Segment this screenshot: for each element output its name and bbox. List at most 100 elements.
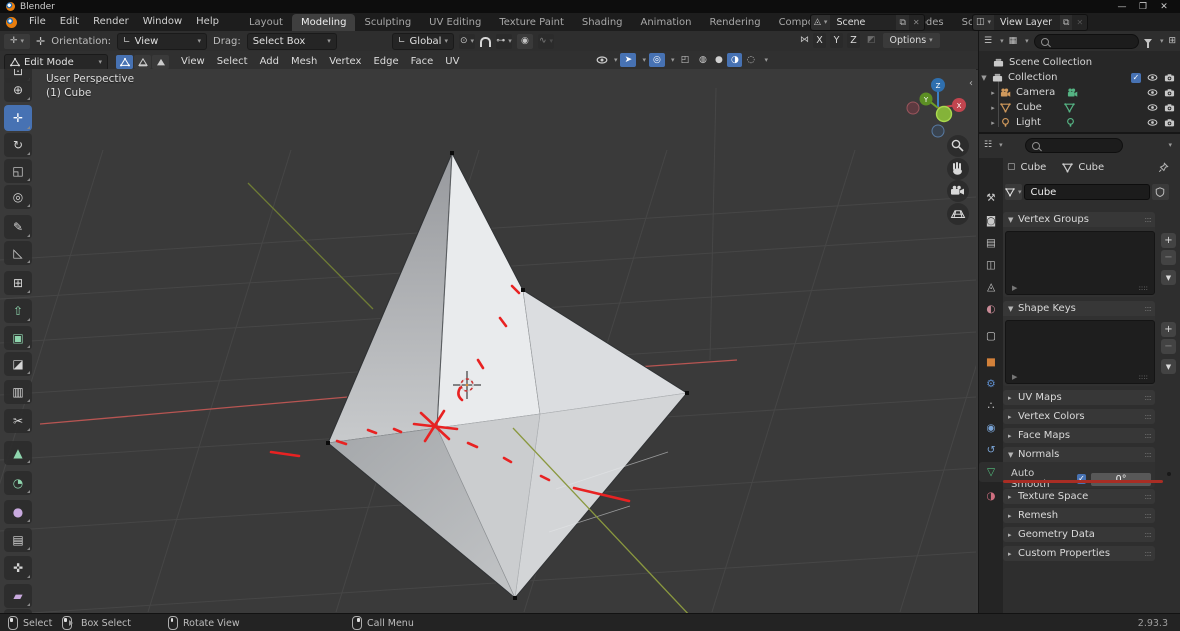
- shape-keys-list[interactable]: ▶::::: [1005, 320, 1155, 384]
- tool-inset-faces-button[interactable]: ▣: [4, 326, 32, 350]
- hide-eye-icon[interactable]: [1147, 72, 1158, 83]
- properties-search-input[interactable]: [1025, 138, 1123, 153]
- snap-magnet-icon[interactable]: [480, 37, 491, 47]
- filter-icon[interactable]: [1144, 39, 1152, 44]
- properties-tab-render[interactable]: ◙: [979, 211, 1003, 231]
- tool-annotate-button[interactable]: ✎: [4, 215, 32, 239]
- orientation-dropdown[interactable]: ∟ View ▾: [117, 33, 207, 50]
- breadcrumb-object[interactable]: Cube: [1021, 162, 1047, 173]
- shading-wireframe-button[interactable]: ◍: [695, 53, 710, 67]
- tool-measure-button[interactable]: ◺: [4, 241, 32, 265]
- zoom-button[interactable]: [947, 135, 969, 157]
- list-drag-dots[interactable]: ::::: [1139, 373, 1148, 381]
- minimize-button[interactable]: —: [1116, 2, 1128, 12]
- pin-icon[interactable]: [1158, 162, 1169, 173]
- tool-loop-cut-button[interactable]: ▥: [4, 380, 32, 404]
- properties-tab-view-layer[interactable]: ◫: [979, 255, 1003, 275]
- outliner-row-scene-collection[interactable]: Scene Collection: [979, 55, 1180, 70]
- view-layer-remove-icon[interactable]: ✕: [1072, 18, 1087, 27]
- properties-tab-constraints[interactable]: ↺: [979, 440, 1003, 460]
- tool-spin-button[interactable]: ◔: [4, 471, 32, 495]
- panel-vertex-groups[interactable]: ▼Vertex Groups::::: [1003, 212, 1155, 227]
- outliner-row-collection[interactable]: ▼ Collection ✓: [979, 70, 1180, 85]
- panel-custom-properties[interactable]: ▸Custom Properties::::: [1003, 546, 1155, 561]
- viewport-3d[interactable]: Y Z X: [0, 69, 976, 613]
- mesh-selector-button[interactable]: ▾: [1005, 184, 1022, 200]
- animate-decorator[interactable]: [1167, 472, 1171, 476]
- list-expand-icon[interactable]: ▶: [1012, 373, 1017, 381]
- edge-select-button[interactable]: [134, 55, 151, 69]
- tool-scale-button[interactable]: ◱: [4, 159, 32, 183]
- properties-tab-object-data[interactable]: ▽: [979, 462, 1003, 482]
- list-expand-icon[interactable]: ▶: [1012, 284, 1017, 292]
- fake-user-button[interactable]: [1152, 184, 1169, 200]
- shading-rendered-button[interactable]: ◌: [743, 53, 758, 67]
- tool-move-button[interactable]: ✛: [4, 105, 32, 131]
- scene-copy-icon[interactable]: ⧉: [896, 15, 908, 30]
- panel-remesh[interactable]: ▸Remesh::::: [1003, 508, 1155, 523]
- tool-bevel-button[interactable]: ◪: [4, 352, 32, 376]
- tool-poly-build-button[interactable]: ▲: [4, 441, 32, 465]
- maximize-button[interactable]: ❐: [1137, 2, 1149, 12]
- shape-key-specials-button[interactable]: ▼: [1161, 359, 1176, 374]
- scene-selector[interactable]: ◬▾ Scene ⧉ ✕: [810, 14, 925, 31]
- panel-shape-keys[interactable]: ▼Shape Keys::::: [1003, 301, 1155, 316]
- tool-rotate-button[interactable]: ↻: [4, 133, 32, 157]
- shape-key-add-button[interactable]: +: [1161, 322, 1176, 337]
- auto-smooth-angle-field[interactable]: 0°: [1091, 473, 1151, 486]
- proportional-falloff-button[interactable]: ∿▾: [538, 34, 554, 49]
- tool-shrink-fatten-button[interactable]: ✜: [4, 556, 32, 580]
- vertex-select-button[interactable]: [116, 55, 133, 69]
- vertex-group-specials-button[interactable]: ▼: [1161, 270, 1176, 285]
- menu-render[interactable]: Render: [86, 13, 136, 31]
- new-collection-icon[interactable]: ⊞: [1168, 37, 1176, 46]
- workspace-tab-uv-editing[interactable]: UV Editing: [420, 14, 490, 31]
- list-drag-dots[interactable]: ::::: [1139, 284, 1148, 292]
- expand-icon[interactable]: ▸: [988, 104, 998, 112]
- mirror-x-button[interactable]: X: [813, 33, 826, 48]
- viewport-canvas[interactable]: Y Z X: [0, 69, 976, 613]
- workspace-tab-modeling[interactable]: Modeling: [292, 14, 356, 31]
- panel-texture-space[interactable]: ▸Texture Space::::: [1003, 489, 1155, 504]
- tool-add-cube-button[interactable]: ⊞: [4, 271, 32, 295]
- properties-options-icon[interactable]: ▾: [1168, 142, 1172, 149]
- snap-target-button[interactable]: ⊶▾: [496, 34, 512, 49]
- hide-eye-icon[interactable]: [1147, 117, 1158, 128]
- vertex-group-add-button[interactable]: +: [1161, 233, 1176, 248]
- panel-uv-maps[interactable]: ▸UV Maps::::: [1003, 390, 1155, 405]
- gizmo-minus-z[interactable]: [932, 125, 944, 137]
- render-visibility-icon[interactable]: [1164, 72, 1175, 83]
- overlays-toggle[interactable]: ◎: [649, 53, 665, 67]
- panel-face-maps[interactable]: ▸Face Maps::::: [1003, 428, 1155, 443]
- xray-toggle[interactable]: ◰: [677, 53, 692, 67]
- panel-vertex-colors[interactable]: ▸Vertex Colors::::: [1003, 409, 1155, 424]
- display-mode-icon[interactable]: ▦: [1009, 37, 1018, 46]
- proportional-editing-button[interactable]: ◉: [517, 34, 533, 49]
- hide-eye-icon[interactable]: [1147, 102, 1158, 113]
- panel-geometry-data[interactable]: ▸Geometry Data::::: [1003, 527, 1155, 542]
- gizmo-minus-y[interactable]: [937, 107, 952, 122]
- workspace-tab-animation[interactable]: Animation: [632, 14, 701, 31]
- menu-window[interactable]: Window: [136, 13, 189, 31]
- tool-cursor-button[interactable]: ⊕: [4, 78, 32, 102]
- properties-tab-tool[interactable]: ⚒: [979, 188, 1003, 208]
- properties-tab-modifiers[interactable]: ⚙: [979, 374, 1003, 394]
- outliner-row-cube[interactable]: ▸ Cube: [979, 100, 1180, 115]
- vertex-group-remove-button[interactable]: −: [1161, 250, 1176, 265]
- navigation-gizmo[interactable]: Y Z X: [907, 78, 966, 137]
- menu-file[interactable]: File: [22, 13, 53, 31]
- menu-edit[interactable]: Edit: [53, 13, 86, 31]
- editor-type-icon[interactable]: ☰: [984, 37, 992, 46]
- tool-extrude-region-button[interactable]: ⇧: [4, 299, 32, 323]
- tool-transform-button[interactable]: ◎: [4, 185, 32, 209]
- properties-tab-output[interactable]: ▤: [979, 233, 1003, 253]
- mirror-y-button[interactable]: Y: [830, 33, 843, 48]
- scene-unlink-icon[interactable]: ✕: [909, 18, 924, 27]
- mirror-z-button[interactable]: Z: [847, 33, 860, 48]
- outliner-row-camera[interactable]: ▸ Camera: [979, 85, 1180, 100]
- properties-tab-world[interactable]: ◐: [979, 299, 1003, 319]
- tool-smooth-button[interactable]: ●: [4, 500, 32, 524]
- mode-dropdown[interactable]: Edit Mode ▾: [4, 54, 108, 71]
- expand-icon[interactable]: ▸: [988, 119, 998, 127]
- active-tool-button[interactable]: ✛▾: [4, 34, 30, 49]
